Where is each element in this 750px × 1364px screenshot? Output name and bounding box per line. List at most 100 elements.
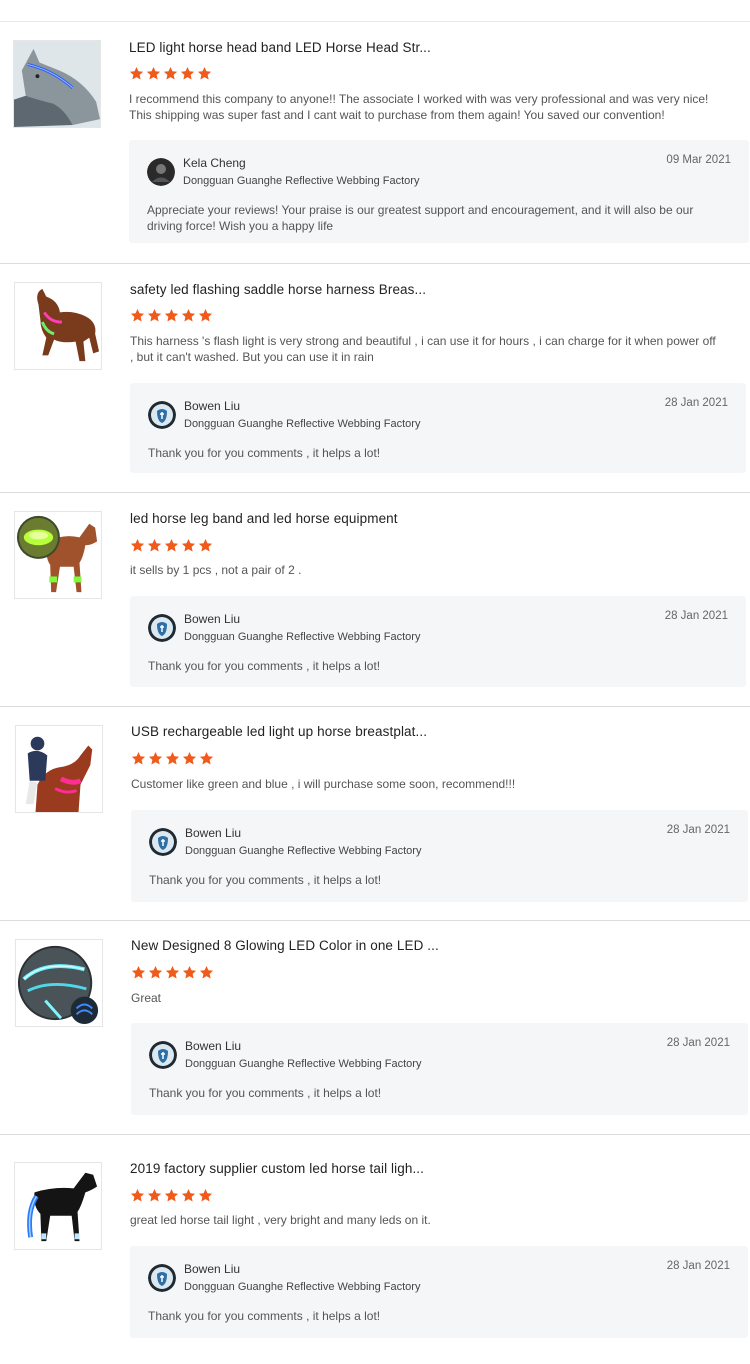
product-thumbnail[interactable] <box>14 511 102 599</box>
reply-date: 28 Jan 2021 <box>664 610 728 622</box>
seller-reply: Bowen Liu Dongguan Guanghe Reflective We… <box>131 1023 748 1115</box>
review-text: it sells by 1 pcs , not a pair of 2 . <box>130 563 302 577</box>
product-title[interactable]: 2019 factory supplier custom led horse t… <box>130 1161 424 1176</box>
avatar <box>147 158 175 186</box>
product-title[interactable]: safety led flashing saddle horse harness… <box>130 282 426 297</box>
horse-head-led-image <box>14 41 100 127</box>
review-text: This harness 's flash light is very stro… <box>130 334 716 364</box>
reply-company: Dongguan Guanghe Reflective Webbing Fact… <box>183 175 420 187</box>
star-icon <box>198 538 213 552</box>
star-icon <box>197 66 212 80</box>
reply-text: Thank you for you comments , it helps a … <box>148 659 381 673</box>
star-rating <box>131 965 214 980</box>
star-rating <box>130 538 213 553</box>
product-thumbnail[interactable] <box>13 40 101 128</box>
star-icon <box>130 1188 145 1202</box>
review-item: USB rechargeable led light up horse brea… <box>0 707 750 921</box>
reply-text: Thank you for you comments , it helps a … <box>149 1086 382 1100</box>
star-rating <box>130 308 213 323</box>
reply-author-name: Kela Cheng <box>183 156 246 170</box>
product-thumbnail[interactable] <box>15 725 103 813</box>
led-collar-image <box>16 940 102 1026</box>
star-icon <box>164 308 179 322</box>
star-icon <box>198 308 213 322</box>
star-icon <box>148 965 163 979</box>
review-text: Customer like green and blue , i will pu… <box>131 777 516 791</box>
review-text: great led horse tail light , very bright… <box>130 1213 431 1227</box>
star-icon <box>180 66 195 80</box>
star-icon <box>147 1188 162 1202</box>
reply-text: Thank you for you comments , it helps a … <box>149 873 382 887</box>
horse-harness-image <box>15 283 101 369</box>
reply-date: 28 Jan 2021 <box>666 824 730 836</box>
star-icon <box>165 751 180 765</box>
star-icon <box>181 1188 196 1202</box>
reply-author-name: Bowen Liu <box>184 612 241 626</box>
reply-company: Dongguan Guanghe Reflective Webbing Fact… <box>185 1058 422 1070</box>
product-thumbnail[interactable] <box>14 1162 102 1250</box>
review-item: safety led flashing saddle horse harness… <box>0 264 750 493</box>
review-item: LED light horse head band LED Horse Head… <box>0 22 750 264</box>
star-icon <box>148 751 163 765</box>
seller-reply: Bowen Liu Dongguan Guanghe Reflective We… <box>131 810 748 902</box>
star-icon <box>198 1188 213 1202</box>
star-icon <box>131 965 146 979</box>
reply-date: 09 Mar 2021 <box>666 154 731 166</box>
avatar <box>149 1041 177 1069</box>
reply-text: Appreciate your reviews! Your praise is … <box>147 203 694 233</box>
product-thumbnail[interactable] <box>14 282 102 370</box>
horse-breastplate-image <box>16 726 102 812</box>
star-icon <box>147 308 162 322</box>
star-rating <box>130 1188 213 1203</box>
product-title[interactable]: USB rechargeable led light up horse brea… <box>131 724 427 739</box>
star-icon <box>146 66 161 80</box>
star-icon <box>182 751 197 765</box>
star-icon <box>199 751 214 765</box>
avatar <box>148 614 176 642</box>
avatar <box>149 828 177 856</box>
star-icon <box>182 965 197 979</box>
reply-date: 28 Jan 2021 <box>664 397 728 409</box>
reply-date: 28 Jan 2021 <box>666 1037 730 1049</box>
seller-reply: Bowen Liu Dongguan Guanghe Reflective We… <box>130 1246 748 1338</box>
avatar <box>148 401 176 429</box>
review-item: 2019 factory supplier custom led horse t… <box>0 1135 750 1364</box>
reply-text: Thank you for you comments , it helps a … <box>148 446 381 460</box>
reply-company: Dongguan Guanghe Reflective Webbing Fact… <box>184 418 421 430</box>
reply-author-name: Bowen Liu <box>184 399 241 413</box>
star-icon <box>163 66 178 80</box>
star-rating <box>129 66 212 81</box>
reply-company: Dongguan Guanghe Reflective Webbing Fact… <box>184 1281 421 1293</box>
seller-reply: Bowen Liu Dongguan Guanghe Reflective We… <box>130 383 746 473</box>
reply-text: Thank you for you comments , it helps a … <box>148 1309 381 1323</box>
reply-author-name: Bowen Liu <box>185 1039 242 1053</box>
star-icon <box>130 308 145 322</box>
product-title[interactable]: LED light horse head band LED Horse Head… <box>129 40 431 55</box>
review-item: New Designed 8 Glowing LED Color in one … <box>0 921 750 1135</box>
horse-tail-light-image <box>15 1163 101 1249</box>
star-icon <box>181 538 196 552</box>
reply-author-name: Bowen Liu <box>184 1262 241 1276</box>
star-icon <box>164 1188 179 1202</box>
review-text: Great <box>131 991 162 1005</box>
seller-reply: Bowen Liu Dongguan Guanghe Reflective We… <box>130 596 746 687</box>
star-icon <box>164 538 179 552</box>
star-icon <box>199 965 214 979</box>
star-rating <box>131 751 214 766</box>
product-title[interactable]: led horse leg band and led horse equipme… <box>130 511 398 526</box>
reply-company: Dongguan Guanghe Reflective Webbing Fact… <box>185 845 422 857</box>
avatar <box>148 1264 176 1292</box>
star-icon <box>130 538 145 552</box>
star-icon <box>131 751 146 765</box>
reply-author-name: Bowen Liu <box>185 826 242 840</box>
seller-reply: Kela Cheng Dongguan Guanghe Reflective W… <box>129 140 749 243</box>
product-title[interactable]: New Designed 8 Glowing LED Color in one … <box>131 938 439 953</box>
review-item: led horse leg band and led horse equipme… <box>0 493 750 707</box>
horse-leg-band-image <box>15 512 101 598</box>
star-icon <box>147 538 162 552</box>
reply-company: Dongguan Guanghe Reflective Webbing Fact… <box>184 631 421 643</box>
star-icon <box>165 965 180 979</box>
product-thumbnail[interactable] <box>15 939 103 1027</box>
review-text: I recommend this company to anyone!! The… <box>129 92 709 122</box>
reply-date: 28 Jan 2021 <box>666 1260 730 1272</box>
